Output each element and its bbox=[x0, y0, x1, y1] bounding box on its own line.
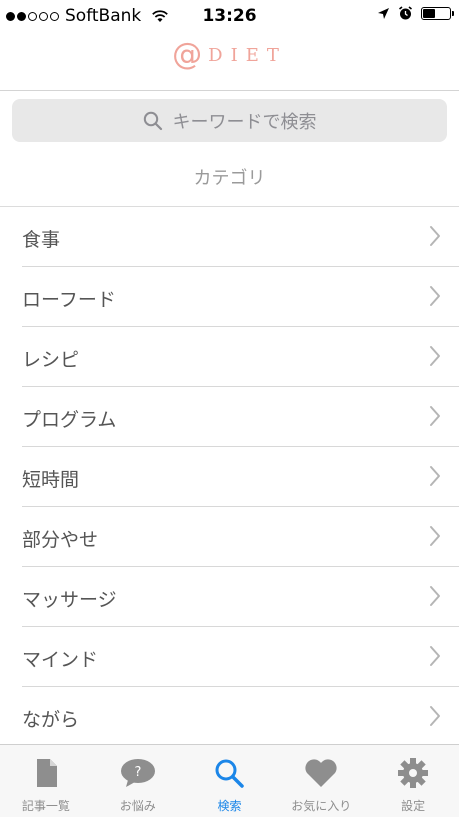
logo-at-symbol: @ bbox=[172, 37, 203, 72]
document-icon bbox=[33, 757, 59, 789]
category-item[interactable]: 短時間 bbox=[0, 447, 459, 507]
battery-fill bbox=[423, 9, 435, 18]
chevron-right-icon bbox=[430, 526, 440, 546]
category-item[interactable]: マッサージ bbox=[0, 567, 459, 627]
tab-label: お気に入り bbox=[291, 799, 352, 813]
category-item[interactable]: レシピ bbox=[0, 327, 459, 387]
search-icon bbox=[143, 111, 162, 130]
app-logo: @ DIET bbox=[0, 40, 459, 70]
chevron-right-icon bbox=[430, 406, 440, 426]
tab-2[interactable]: 検索 bbox=[184, 745, 276, 817]
tab-label: お悩み bbox=[119, 799, 156, 813]
tab-bar: 記事一覧? お悩み 検索 お気に入り 設定 bbox=[0, 744, 459, 817]
battery-icon bbox=[421, 7, 454, 20]
chevron-right-icon bbox=[430, 586, 440, 606]
chevron-right-icon bbox=[430, 466, 440, 486]
category-list: 食事ローフードレシピプログラム短時間部分やせマッサージマインドながら bbox=[0, 207, 459, 747]
category-item-label: 食事 bbox=[22, 229, 61, 251]
search-input[interactable]: キーワードで検索 bbox=[173, 108, 317, 134]
search-bar[interactable]: キーワードで検索 bbox=[12, 99, 447, 142]
category-item-label: ながら bbox=[22, 709, 80, 731]
chevron-right-icon bbox=[430, 226, 440, 246]
category-item[interactable]: 部分やせ bbox=[0, 507, 459, 567]
gear-icon bbox=[397, 757, 429, 789]
location-arrow-icon bbox=[378, 8, 389, 19]
tab-label: 記事一覧 bbox=[21, 799, 70, 813]
search-icon bbox=[214, 757, 245, 789]
chevron-right-icon bbox=[430, 706, 440, 726]
alarm-clock-icon bbox=[399, 6, 412, 20]
category-item[interactable]: 食事 bbox=[0, 207, 459, 267]
status-bar: SoftBank 13:26 bbox=[0, 0, 459, 30]
category-item-label: 短時間 bbox=[22, 469, 80, 491]
tab-label: 検索 bbox=[217, 799, 242, 813]
svg-text:?: ? bbox=[134, 765, 141, 780]
category-item[interactable]: マインド bbox=[0, 627, 459, 687]
category-heading: カテゴリ bbox=[193, 168, 266, 189]
category-item-label: マッサージ bbox=[22, 589, 117, 611]
chevron-right-icon bbox=[430, 286, 440, 306]
category-item-label: レシピ bbox=[22, 349, 80, 371]
category-item-label: ローフード bbox=[22, 289, 116, 311]
category-item[interactable]: ながら bbox=[0, 687, 459, 747]
category-item-label: プログラム bbox=[22, 409, 117, 431]
app-header: @ DIET bbox=[0, 30, 459, 91]
category-item-label: 部分やせ bbox=[22, 529, 99, 551]
logo-text: DIET bbox=[208, 44, 287, 66]
heart-icon bbox=[304, 757, 338, 789]
tab-1[interactable]: ? お悩み bbox=[92, 745, 184, 817]
chevron-right-icon bbox=[430, 346, 440, 366]
tab-4[interactable]: 設定 bbox=[367, 745, 459, 817]
category-item-label: マインド bbox=[22, 649, 99, 671]
tab-3[interactable]: お気に入り bbox=[275, 745, 367, 817]
question-bubble-icon: ? bbox=[120, 757, 156, 789]
category-item[interactable]: ローフード bbox=[0, 267, 459, 327]
tab-0[interactable]: 記事一覧 bbox=[0, 745, 92, 817]
status-right bbox=[377, 6, 454, 21]
chevron-right-icon bbox=[430, 646, 440, 666]
category-item[interactable]: プログラム bbox=[0, 387, 459, 447]
tab-label: 設定 bbox=[401, 799, 426, 813]
